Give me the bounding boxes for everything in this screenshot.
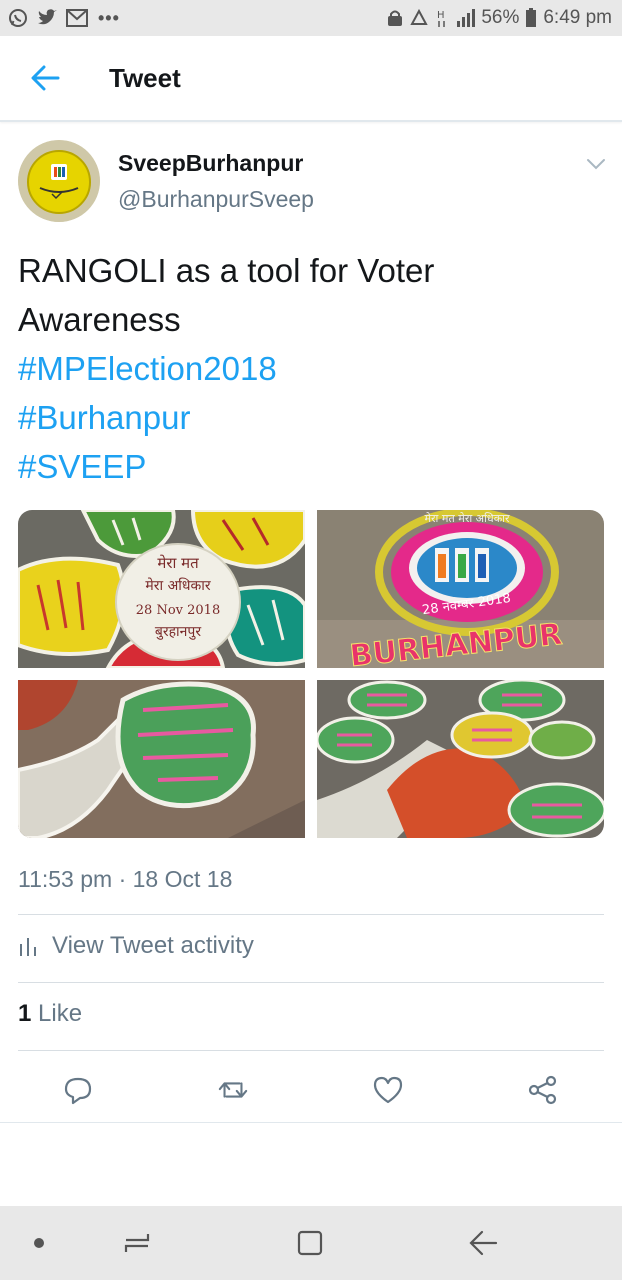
top-app-bar: Tweet (0, 36, 622, 122)
clock: 6:49 pm (543, 7, 612, 28)
tweet-body: RANGOLI as a tool for Voter Awareness (18, 252, 435, 338)
gmail-icon (66, 9, 88, 27)
tweet-actions (0, 1064, 622, 1116)
signal-icon (455, 9, 476, 27)
back-icon (469, 1230, 498, 1256)
tweet-detail: SveepBurhanpur @BurhanpurSveep RANGOLI a… (0, 124, 622, 1105)
divider (18, 914, 604, 915)
likes-count-button[interactable]: 1 Like (18, 1000, 82, 1028)
recent-apps-icon (124, 1234, 150, 1252)
divider (0, 1122, 622, 1123)
tweet-options-button[interactable] (584, 154, 608, 174)
bar-chart-icon (20, 938, 36, 956)
rangoli-top-text: मेरा मत मेरा अधिकार (424, 512, 510, 525)
chevron-down-icon (587, 159, 605, 170)
view-tweet-activity-button[interactable]: View Tweet activity (18, 932, 254, 960)
back-arrow-icon (31, 65, 60, 91)
network-h-icon: H (435, 8, 449, 28)
share-icon (528, 1075, 557, 1105)
avatar[interactable] (18, 140, 100, 222)
rangoli-text-2: मेरा अधिकार (145, 577, 210, 594)
system-navigation-bar (0, 1206, 622, 1280)
like-button[interactable] (372, 1074, 404, 1106)
tweet-author: SveepBurhanpur @BurhanpurSveep (0, 124, 622, 230)
whatsapp-icon (8, 8, 28, 28)
svg-text:H: H (437, 10, 445, 21)
more-notifications: ••• (98, 7, 120, 28)
reply-icon (64, 1077, 92, 1105)
back-button[interactable] (0, 35, 92, 121)
like-count: 1 (18, 1000, 32, 1027)
share-button[interactable] (527, 1074, 559, 1106)
hashtag-burhanpur[interactable]: #Burhanpur (18, 393, 604, 442)
divider (18, 1050, 604, 1051)
like-icon (373, 1076, 403, 1104)
author-name[interactable]: SveepBurhanpur (118, 150, 303, 177)
tweet-text: RANGOLI as a tool for Voter Awareness #M… (0, 230, 622, 491)
view-tweet-activity-label: View Tweet activity (52, 932, 254, 959)
like-label: Like (38, 1000, 83, 1027)
page-title: Tweet (109, 62, 181, 93)
tweet-media-grid: मेरा मत मेरा अधिकार 28 Nov 2018 बुरहानपु… (18, 510, 604, 838)
recent-apps-button[interactable] (122, 1228, 152, 1258)
battery-percentage: 56% (481, 7, 520, 28)
back-nav-button[interactable] (468, 1228, 498, 1258)
rangoli-text-4: बुरहानपुर (155, 624, 202, 640)
dot-icon (34, 1238, 44, 1248)
lock-icon (387, 9, 403, 27)
retweet-button[interactable] (217, 1074, 249, 1106)
divider (18, 982, 604, 983)
rangoli-text-1: मेरा मत (157, 554, 199, 572)
tweet-timestamp: 11:53 pm · 18 Oct 18 (18, 866, 233, 892)
reply-button[interactable] (62, 1074, 94, 1106)
retweet-icon (218, 1082, 248, 1098)
hashtag-mpelection2018[interactable]: #MPElection2018 (18, 344, 604, 393)
tweet-photo-3[interactable] (18, 680, 305, 838)
home-icon (297, 1230, 323, 1256)
tweet-photo-2[interactable]: मेरा मत मेरा अधिकार 28 नवम्बर 2018 BURHA… (317, 510, 604, 668)
rangoli-text-3: 28 Nov 2018 (136, 603, 220, 618)
status-bar: ••• H 56% 6:49 pm (0, 0, 622, 36)
battery-icon (525, 8, 537, 28)
nav-dot-button[interactable] (24, 1228, 54, 1258)
recycle-icon (409, 9, 429, 27)
home-button[interactable] (295, 1228, 325, 1258)
hashtag-sveep[interactable]: #SVEEP (18, 442, 604, 491)
twitter-icon (36, 8, 58, 28)
author-handle[interactable]: @BurhanpurSveep (118, 186, 314, 213)
tweet-photo-1[interactable]: मेरा मत मेरा अधिकार 28 Nov 2018 बुरहानपु… (18, 510, 305, 668)
tweet-photo-4[interactable] (317, 680, 604, 838)
